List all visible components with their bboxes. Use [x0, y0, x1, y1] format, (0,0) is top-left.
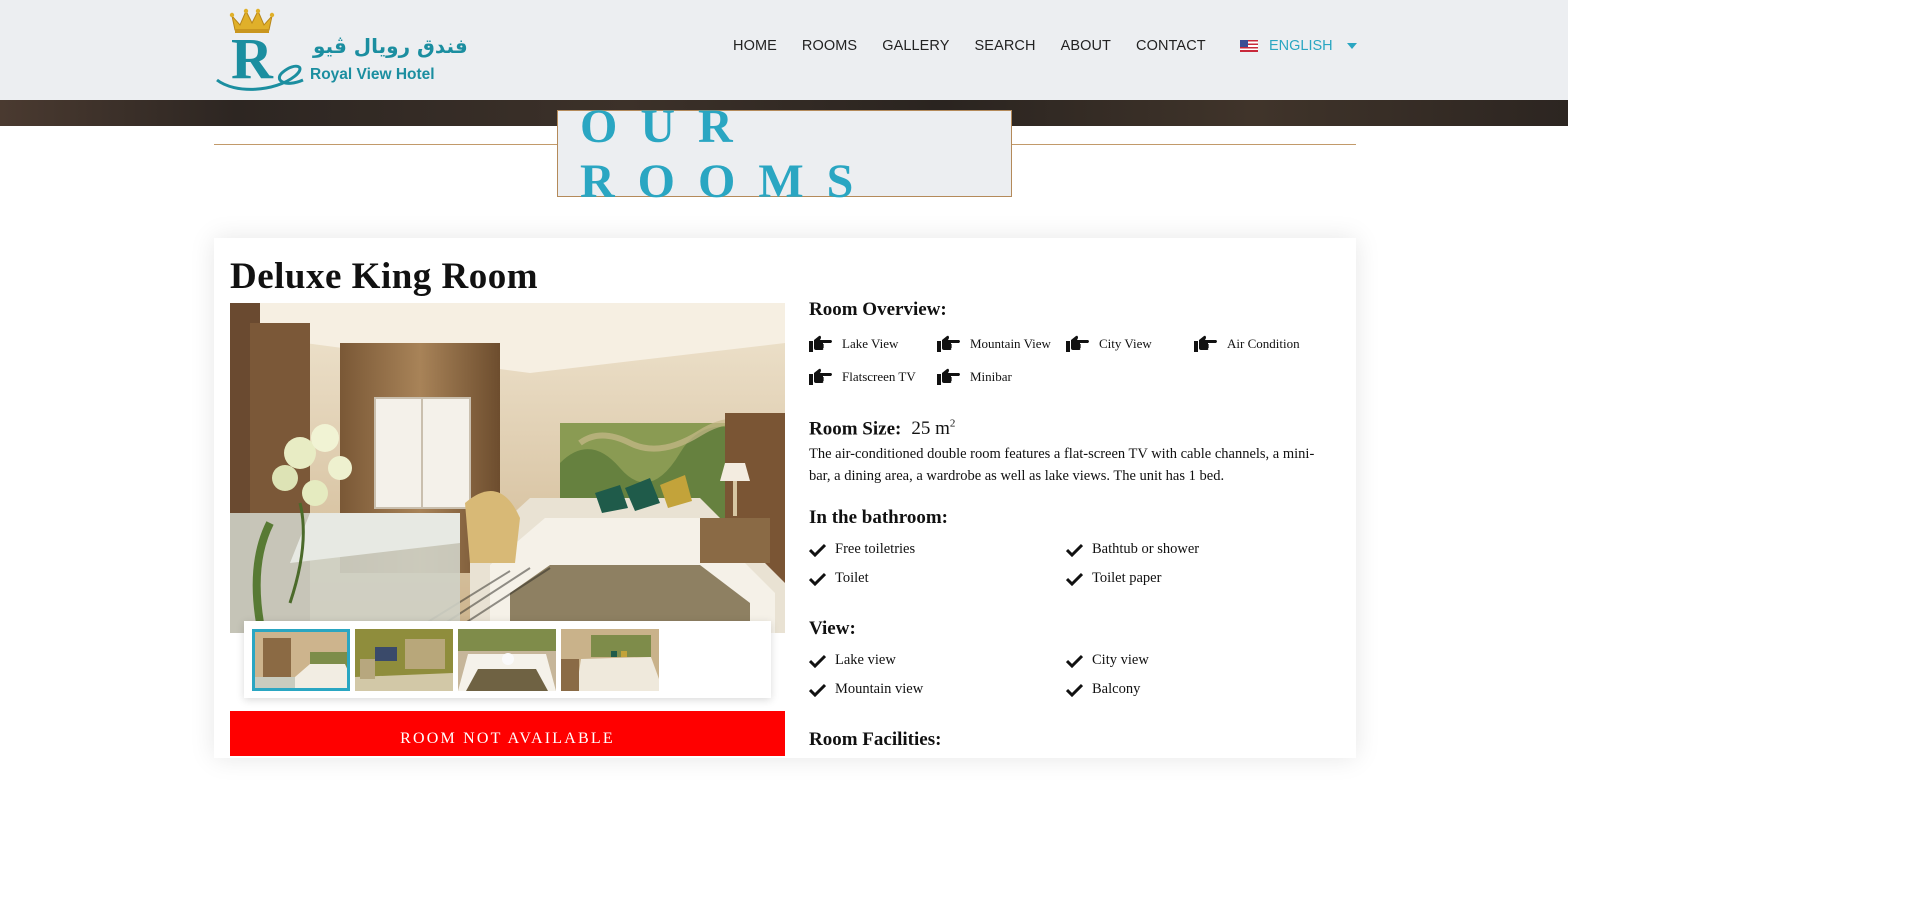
view-item: Mountain view [809, 681, 923, 698]
room-size-value: 25 m2 [911, 418, 956, 440]
caret-down-icon [1346, 43, 1357, 49]
us-flag-icon [1240, 40, 1258, 52]
overview-item-label: Air Condition [1227, 336, 1300, 351]
check-icon [1066, 654, 1083, 668]
nav-about[interactable]: ABOUT [1061, 38, 1111, 54]
hand-point-right-icon [937, 335, 960, 352]
view-item: Balcony [1066, 681, 1140, 698]
overview-item: Lake View [809, 335, 898, 353]
language-label: ENGLISH [1269, 38, 1333, 54]
room-title: Deluxe King Room [230, 256, 539, 297]
main-nav: HOME ROOMS GALLERY SEARCH ABOUT CONTACT [733, 38, 1231, 54]
bathroom-title: In the bathroom: [809, 507, 948, 528]
hand-point-right-icon [937, 368, 960, 385]
nav-home[interactable]: HOME [733, 38, 777, 54]
check-icon [809, 572, 826, 586]
thumbnail-2[interactable] [355, 629, 453, 691]
room-size: Room Size: 25 m2 [809, 418, 955, 440]
hand-point-right-icon [809, 368, 832, 385]
thumbnail-1[interactable] [252, 629, 350, 691]
hand-point-right-icon [1066, 335, 1089, 352]
hotel-logo[interactable]: R فندق رويال ڤيو Royal View Hotel [215, 8, 468, 92]
bathroom-item: Free toiletries [809, 541, 915, 558]
overview-item: City View [1066, 335, 1152, 353]
view-item: Lake view [809, 652, 896, 669]
room-size-label: Room Size: [809, 418, 902, 440]
overview-item-label: City View [1099, 336, 1152, 351]
overview-item-label: Minibar [970, 369, 1012, 384]
page-title: OUR ROOMS [580, 99, 877, 208]
hand-point-right-icon [809, 335, 832, 352]
check-icon [1066, 572, 1083, 586]
overview-item-label: Flatscreen TV [842, 369, 916, 384]
site-header: R فندق رويال ڤيو Royal View Hotel HOME R… [0, 0, 1568, 100]
nav-gallery[interactable]: GALLERY [882, 38, 949, 54]
bathroom-item: Toilet [809, 570, 869, 587]
view-title: View: [809, 618, 856, 639]
overview-item: Minibar [937, 368, 1012, 386]
room-description: The air-conditioned double room features… [809, 446, 1315, 484]
thumbnail-3[interactable] [458, 629, 556, 691]
check-icon [1066, 683, 1083, 697]
brand-name: Royal View Hotel [310, 66, 435, 83]
overview-item-label: Mountain View [970, 336, 1051, 351]
overview-item: Air Condition [1194, 335, 1300, 353]
check-icon [1066, 543, 1083, 557]
room-main-photo[interactable] [230, 303, 785, 633]
overview-item: Mountain View [937, 335, 1051, 353]
brand-arabic: فندق رويال ڤيو [313, 34, 468, 58]
nav-contact[interactable]: CONTACT [1136, 38, 1206, 54]
facilities-title: Room Facilities: [809, 729, 942, 750]
hand-point-right-icon [1194, 335, 1217, 352]
logo-swirl [216, 64, 304, 91]
bathroom-item: Toilet paper [1066, 570, 1161, 587]
nav-rooms[interactable]: ROOMS [802, 38, 857, 54]
overview-title: Room Overview: [809, 299, 947, 320]
page-heading-box: OUR ROOMS [557, 100, 1012, 208]
check-icon [809, 683, 826, 697]
thumbnail-strip [244, 621, 771, 698]
language-selector[interactable]: ENGLISH [1240, 38, 1357, 54]
thumbnail-4[interactable] [561, 629, 659, 691]
bathroom-item: Bathtub or shower [1066, 541, 1199, 558]
check-icon [809, 543, 826, 557]
overview-item: Flatscreen TV [809, 368, 916, 386]
overview-item-label: Lake View [842, 336, 899, 351]
view-item: City view [1066, 652, 1149, 669]
room-status-bar[interactable]: ROOM NOT AVAILABLE [230, 711, 785, 756]
check-icon [809, 654, 826, 668]
nav-search[interactable]: SEARCH [975, 38, 1036, 54]
